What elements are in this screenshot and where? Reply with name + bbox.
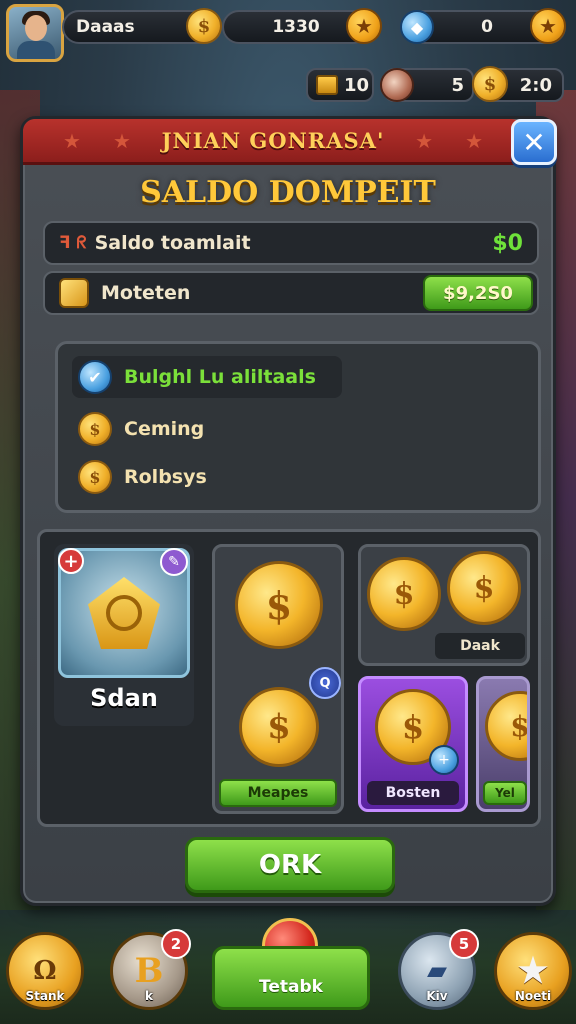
info-badge-icon[interactable]: Q — [309, 667, 341, 699]
nav-noeti-button[interactable]: ★ Noeti — [494, 932, 572, 1010]
book-icon: ▰ — [427, 956, 447, 986]
info-item[interactable]: $ Rolbsys — [78, 460, 207, 494]
shop-card-featured[interactable]: + ✎ Sdan — [54, 544, 194, 726]
saldo-row: ꟻ ᖇ Saldo toamlait $0 — [43, 221, 539, 265]
info-item-highlighted[interactable]: ✔ Bulghl Lu aliltaals — [72, 356, 342, 398]
player-avatar[interactable] — [6, 4, 64, 62]
crate-icon — [316, 75, 338, 95]
saldo-label: Saldo toamlait — [94, 232, 251, 254]
dollar-coin-icon: $ — [367, 557, 441, 631]
nav-center-button[interactable]: Tetabk — [212, 946, 370, 1010]
purple-card-tag: Bosten — [367, 781, 459, 805]
featured-card-name: Sdan — [90, 684, 158, 712]
shop-card-purple[interactable]: $ + Bosten — [358, 676, 468, 812]
nav-glyph: Ω — [33, 956, 57, 986]
star-icon: ★ — [517, 951, 549, 991]
nav-b-button[interactable]: B k 2 — [110, 929, 191, 1010]
player-name: Daaas — [76, 17, 135, 37]
panel-ribbon: ★ ★ JNIAN GONRASA' ★ ★ — [23, 119, 523, 165]
coin-icon: $ — [78, 412, 112, 446]
shop-card-partial[interactable]: $ Yel — [476, 676, 530, 812]
dollar-coin-icon: $ — [235, 561, 323, 649]
check-icon: ✔ — [78, 360, 112, 394]
nav-stank-button[interactable]: Ω Stank — [6, 932, 84, 1010]
crates-counter: 10 — [306, 68, 374, 102]
nav-label: Stank — [25, 989, 65, 1003]
meat-icon — [380, 68, 414, 102]
info-item[interactable]: $ Ceming — [78, 412, 204, 446]
edit-icon[interactable]: ✎ — [160, 548, 188, 576]
gold-small-value: 2:0 — [519, 74, 552, 96]
gold-badge-icon — [88, 577, 160, 649]
coin-icon: $ — [78, 460, 112, 494]
nav-label: Kiv — [426, 989, 448, 1003]
ribbon-star-icon: ★ — [465, 129, 483, 153]
shop-grid: + ✎ Sdan $ Q $ Meapes $ $ Daak $ + Boste… — [37, 529, 541, 827]
partial-card-tag: Yel — [483, 781, 527, 805]
saldo-deco-icon: ꟻ ᖇ — [59, 233, 87, 253]
ribbon-star-icon: ★ — [113, 129, 131, 153]
avatar-body — [17, 41, 55, 59]
gem-icon: ◆ — [400, 10, 434, 44]
dollar-coin-icon: $ — [239, 687, 319, 767]
add-gems-star-button[interactable]: ★ — [530, 8, 566, 44]
wide-card-tag: Daak — [435, 633, 525, 659]
shop-card-coins-tall[interactable]: $ Q $ Meapes — [212, 544, 344, 814]
ok-button[interactable]: ORK — [185, 837, 395, 893]
method-label: Moteten — [101, 282, 191, 304]
avatar-head — [25, 15, 47, 41]
ribbon-star-icon: ★ — [415, 129, 433, 153]
dollar-coin-icon: $ — [447, 551, 521, 625]
tall-card-tag: Meapes — [219, 779, 337, 807]
crates-count: 10 — [344, 74, 370, 96]
ribbon-star-icon: ★ — [63, 129, 81, 153]
nav-label: Noeti — [514, 989, 552, 1003]
saldo-value: $0 — [492, 230, 523, 256]
info-label: Rolbsys — [124, 466, 207, 488]
nav-glyph: B — [134, 951, 164, 991]
top-hud: Daaas 0 $ 1330 ★ 0 ◆ ★ 10 5 2:0 $ — [0, 0, 576, 110]
plus-icon: + — [429, 745, 459, 775]
method-value-button[interactable]: $9,2S0 — [423, 275, 533, 311]
wallet-panel: ★ ★ JNIAN GONRASA' ★ ★ ✕ SALDO DOMPEIT ꟻ… — [20, 116, 557, 906]
shop-card-coins-wide[interactable]: $ $ Daak — [358, 544, 530, 666]
method-row: Moteten $9,2S0 — [43, 271, 539, 315]
gold-coin-icon: $ — [186, 8, 222, 44]
coin-stack-icon: $ — [472, 66, 508, 102]
info-list: ✔ Bulghl Lu aliltaals $ Ceming $ Rolbsys — [55, 341, 541, 513]
nav-kiv-button[interactable]: ▰ Kiv 5 — [398, 929, 479, 1010]
wallet-heading: SALDO DOMPEIT — [140, 175, 436, 210]
gems-value: 0 — [481, 17, 493, 37]
food-count: 5 — [451, 74, 464, 96]
notification-badge: 2 — [161, 929, 191, 959]
notification-badge: 5 — [449, 929, 479, 959]
gold-total-value: 1330 — [272, 17, 320, 37]
dollar-coin-icon: $ — [485, 691, 527, 761]
gold-bar-icon — [59, 278, 89, 308]
info-label: Bulghl Lu aliltaals — [124, 366, 316, 388]
add-icon[interactable]: + — [58, 548, 84, 574]
info-label: Ceming — [124, 418, 205, 440]
nav-label: k — [145, 989, 153, 1003]
panel-title: JNIAN GONRASA' — [161, 128, 385, 153]
close-button[interactable]: ✕ — [511, 119, 557, 165]
add-gold-star-button[interactable]: ★ — [346, 8, 382, 44]
